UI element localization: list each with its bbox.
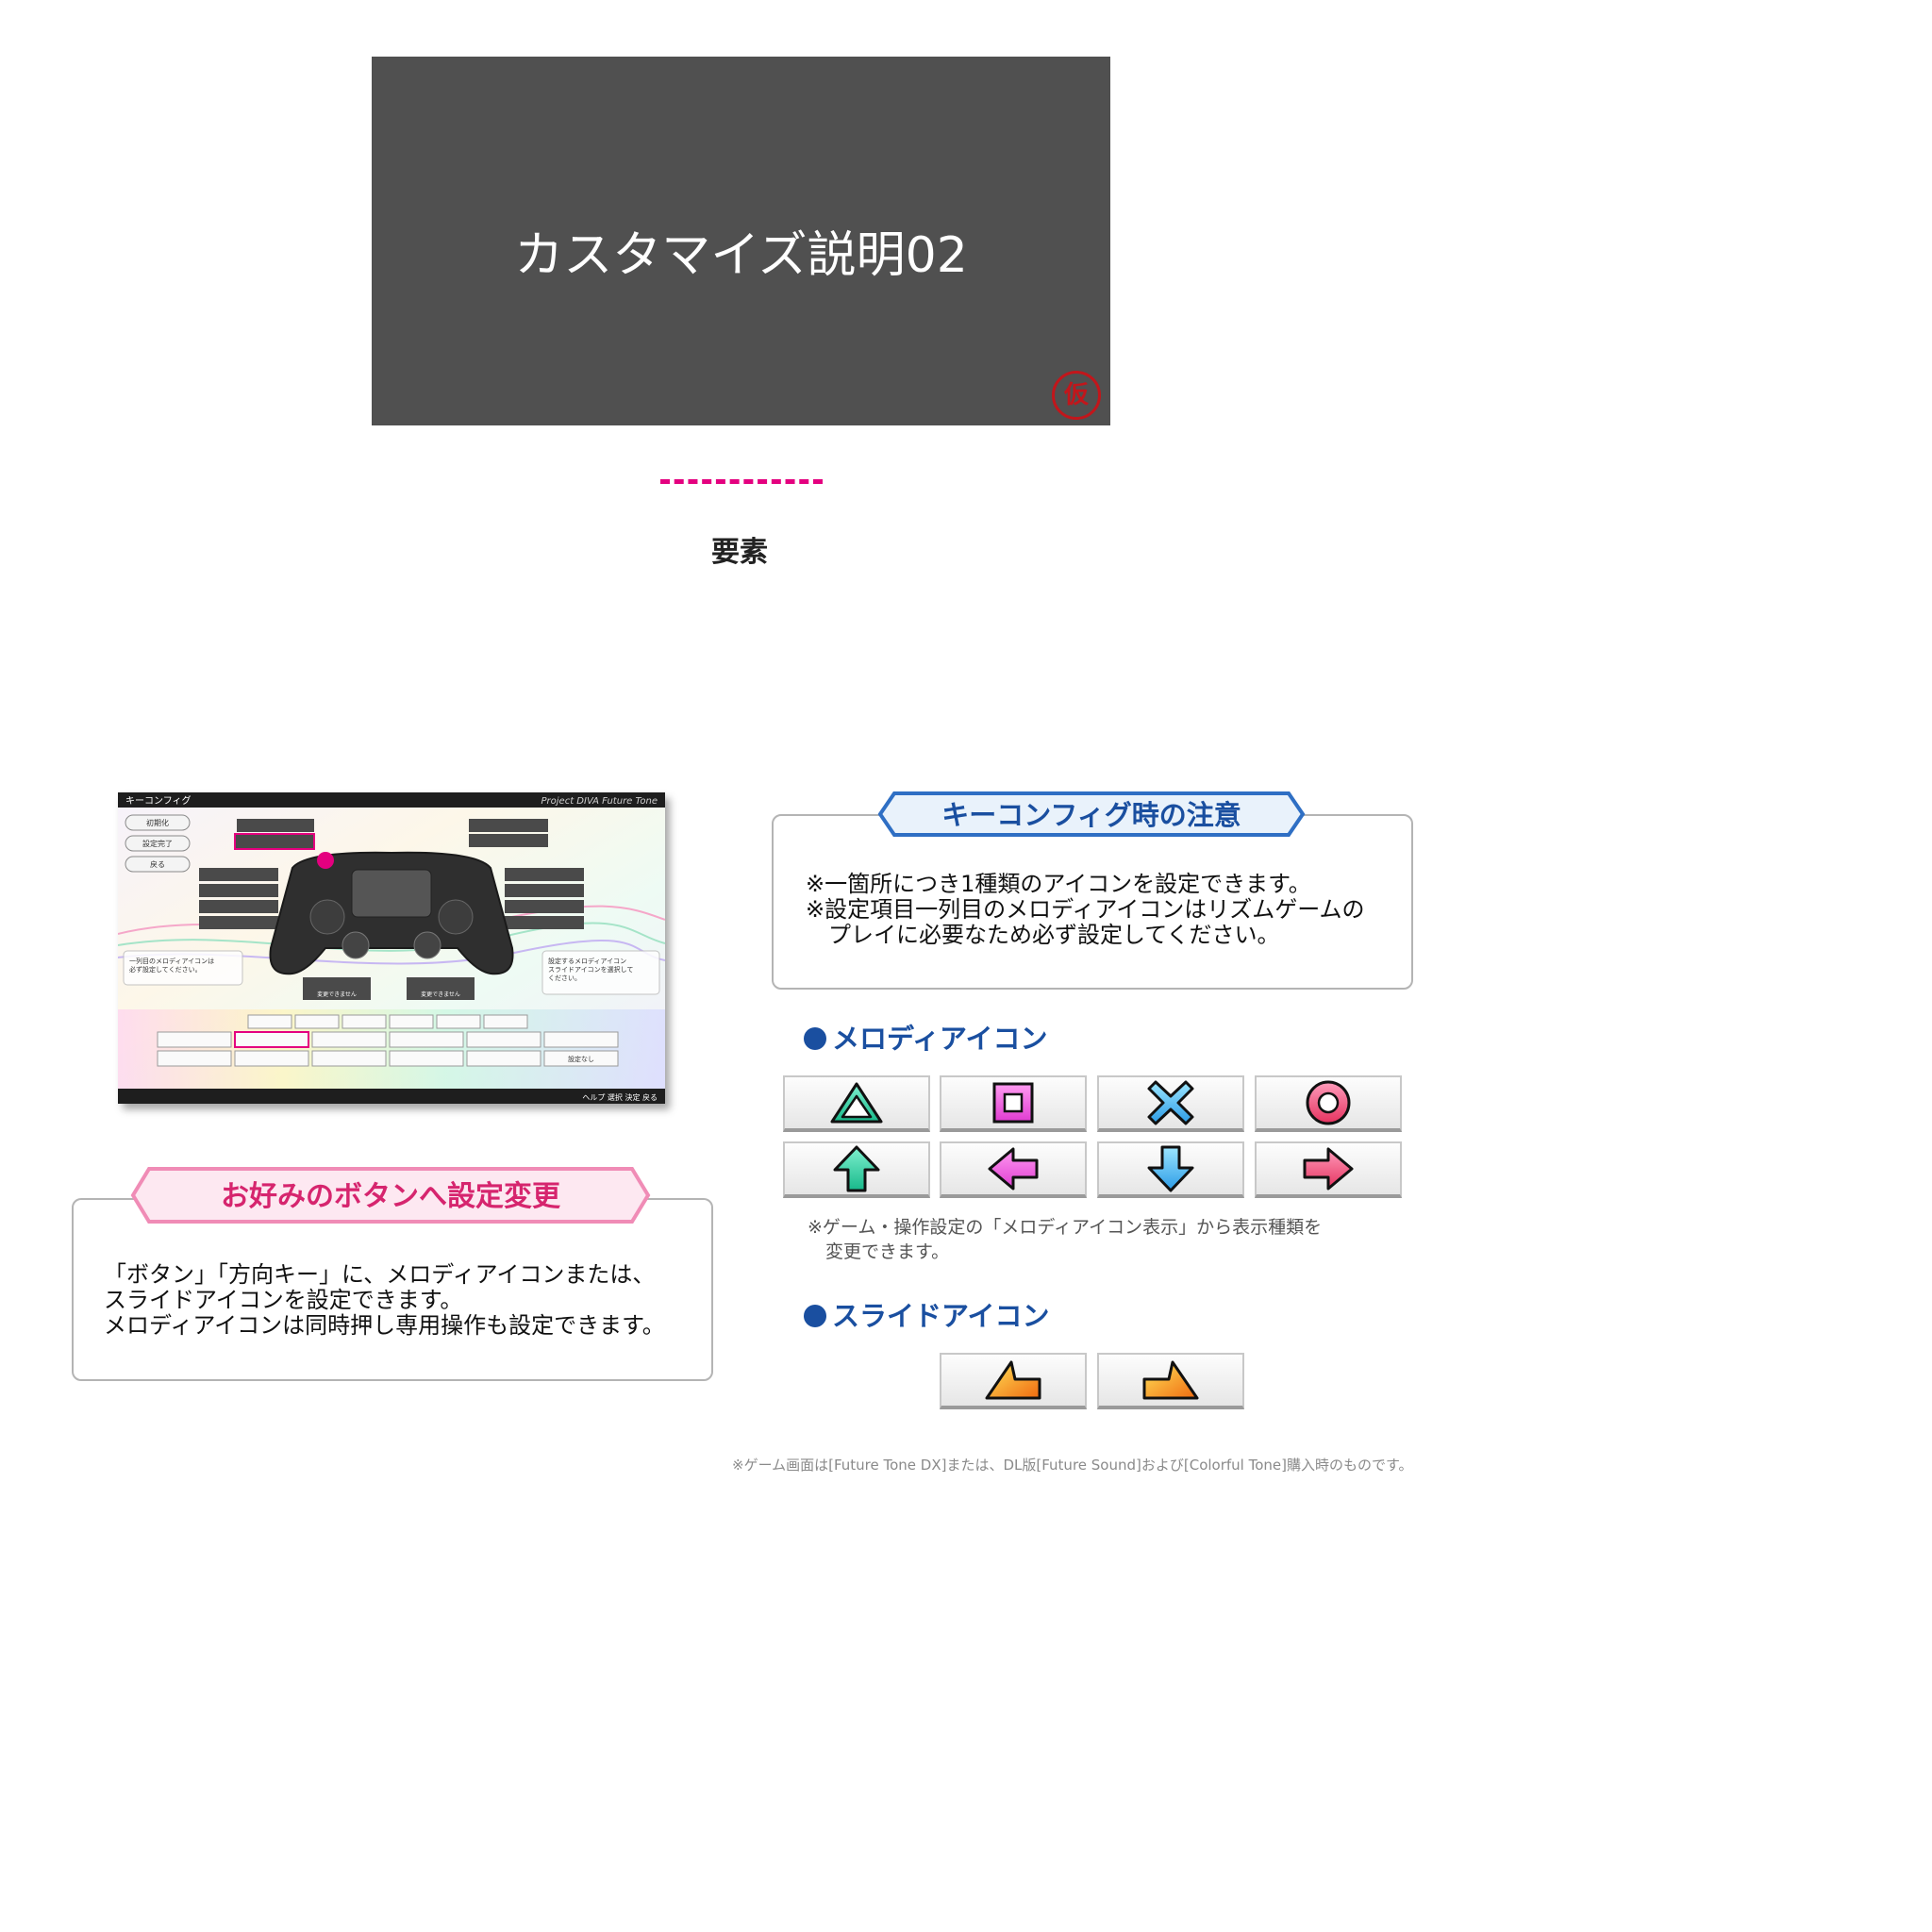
bullet-icon xyxy=(804,1305,826,1327)
melody-note-line-2: 変更できます。 xyxy=(808,1241,950,1262)
arrow-left-icon-tile xyxy=(940,1141,1087,1198)
caution-line-3: プレイに必要なため必ず設定してください。 xyxy=(806,922,1280,948)
slide-heading-text: スライドアイコン xyxy=(832,1300,1050,1332)
screenshot-menu-init: 初期化 xyxy=(146,818,169,827)
screenshot-lock-label-right: 変更できません xyxy=(421,991,460,998)
divider xyxy=(660,479,823,484)
slide-right-icon xyxy=(1142,1360,1199,1400)
screenshot-header-logo: Project DIVA Future Tone xyxy=(541,796,658,807)
hero-banner: カスタマイズ説明02 仮 xyxy=(372,57,1110,425)
arrow-up-icon xyxy=(833,1145,880,1192)
melody-heading-text: メロディアイコン xyxy=(832,1023,1048,1055)
screenshot-header-title: キーコンフィグ xyxy=(125,794,192,807)
section-label: 要素 xyxy=(711,536,768,569)
arrow-right-icon xyxy=(1303,1147,1354,1191)
slide-left-icon xyxy=(985,1360,1041,1400)
caution-line-2: ※設定項目一列目のメロディアイコンはリズムゲームの xyxy=(806,896,1365,923)
triangle-icon xyxy=(830,1082,883,1124)
arrow-left-icon xyxy=(988,1147,1039,1191)
melody-note-line-1: ※ゲーム・操作設定の「メロディアイコン表示」から表示種類を xyxy=(808,1217,1323,1238)
custom-button-banner: お好みのボタンへ設定変更 xyxy=(130,1167,651,1224)
custom-panel-body: 「ボタン」「方向キー」に、メロディアイコンまたは、 スライドアイコンを設定できま… xyxy=(104,1261,665,1339)
custom-banner-text: お好みのボタンへ設定変更 xyxy=(221,1180,561,1213)
screenshot-menu-done: 設定完了 xyxy=(142,839,173,848)
square-icon xyxy=(992,1082,1034,1124)
circle-icon-tile xyxy=(1255,1075,1402,1132)
bullet-icon xyxy=(804,1027,826,1050)
triangle-icon-tile xyxy=(783,1075,930,1132)
arrow-down-icon xyxy=(1147,1145,1194,1192)
arrow-right-icon-tile xyxy=(1255,1141,1402,1198)
slide-right-icon-tile xyxy=(1097,1353,1244,1409)
melody-heading: メロディアイコン xyxy=(804,1017,1048,1057)
square-icon-tile xyxy=(940,1075,1087,1132)
circle-icon xyxy=(1306,1080,1351,1125)
screenshot-menu-back: 戻る xyxy=(150,859,165,869)
arrow-up-icon-tile xyxy=(783,1141,930,1198)
caution-banner-text: キーコンフィグ時の注意 xyxy=(941,799,1241,831)
screenshot-lock-label-left: 変更できません xyxy=(317,991,357,998)
cross-icon-tile xyxy=(1097,1075,1244,1132)
slide-heading: スライドアイコン xyxy=(804,1294,1050,1334)
hero-title: カスタマイズ説明02 xyxy=(514,227,968,284)
footnote: ※ゲーム画面は[Future Tone DX]または、DL版[Future So… xyxy=(732,1457,1413,1474)
melody-note: ※ゲーム・操作設定の「メロディアイコン表示」から表示種類を 変更できます。 xyxy=(808,1215,1322,1264)
caution-panel-body: ※一箇所につき1種類のアイコンを設定できます。 ※設定項目一列目のメロディアイコ… xyxy=(806,872,1365,948)
caution-line-1: ※一箇所につき1種類のアイコンを設定できます。 xyxy=(806,871,1311,897)
cross-icon xyxy=(1147,1080,1194,1125)
caution-banner: キーコンフィグ時の注意 xyxy=(877,791,1306,837)
screenshot-none-label: 設定なし xyxy=(568,1055,594,1063)
slide-left-icon-tile xyxy=(940,1353,1087,1409)
screenshot-footer: ヘルプ 選択 決定 戻る xyxy=(582,1092,658,1102)
arrow-down-icon-tile xyxy=(1097,1141,1244,1198)
provisional-stamp-icon: 仮 xyxy=(1052,371,1101,420)
game-screenshot: キーコンフィグ Project DIVA Future Tone 初期化 設定完… xyxy=(118,792,665,1104)
